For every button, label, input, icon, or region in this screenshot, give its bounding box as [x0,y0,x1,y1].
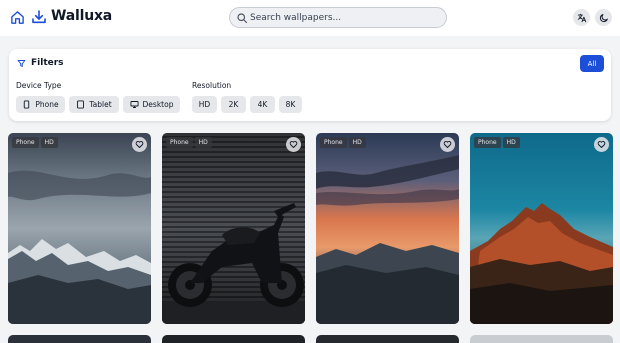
filters-panel: Filters All Device Type Resolution Phone… [9,49,611,121]
favorite-button[interactable] [440,137,455,152]
resolution-chip-4k[interactable]: 4K [250,96,275,113]
search-input[interactable] [250,9,440,26]
favorite-button[interactable] [286,137,301,152]
device-chip-label: Tablet [89,100,112,109]
resolution-badge: HD [348,137,366,148]
favorite-button[interactable] [594,137,609,152]
wallpaper-image [316,133,459,324]
resolution-chip-2k[interactable]: 2K [221,96,246,113]
device-chip-label: Desktop [142,100,174,109]
wallpaper-card[interactable]: Phone HD [470,133,613,324]
tablet-icon [77,100,85,109]
language-button[interactable] [573,9,590,26]
wallpaper-card-partial[interactable] [8,335,151,343]
badge-group: Phone HD [166,137,212,148]
device-badge: Phone [12,137,39,148]
device-badge: Phone [474,137,501,148]
wallpaper-card[interactable]: Phone HD [316,133,459,324]
wallpaper-card-partial[interactable] [316,335,459,343]
favorite-button[interactable] [132,137,147,152]
download-logo-icon [32,10,46,24]
resolution-chip-hd[interactable]: HD [192,96,217,113]
heart-icon [135,141,144,148]
device-chip-desktop[interactable]: Desktop [123,96,180,113]
wallpaper-card-partial[interactable] [162,335,305,343]
device-type-label: Device Type [16,81,62,90]
heart-icon [597,141,606,148]
device-chip-tablet[interactable]: Tablet [69,96,119,113]
wallpaper-card[interactable]: Phone HD [8,133,151,324]
resolution-badge: HD [502,137,520,148]
wallpaper-image [162,133,305,324]
resolution-label: Resolution [192,81,232,90]
search-icon [237,13,248,24]
filter-icon [17,59,26,67]
device-chip-label: Phone [35,100,59,109]
wallpaper-image [470,133,613,324]
all-filter-button[interactable]: All [580,55,604,72]
heart-icon [443,141,452,148]
filters-heading: Filters [17,58,64,68]
home-icon[interactable] [10,10,25,25]
wallpaper-image [8,133,151,324]
badge-group: Phone HD [320,137,366,148]
theme-toggle-button[interactable] [595,9,612,26]
heart-icon [289,141,298,148]
search-bar[interactable] [229,7,447,28]
badge-group: Phone HD [474,137,520,148]
monitor-icon [130,101,139,108]
device-badge: Phone [166,137,193,148]
moon-icon [599,13,608,22]
device-chip-phone[interactable]: Phone [16,96,65,113]
brand-name[interactable]: Walluxa [51,8,112,24]
top-bar: Walluxa [0,0,620,36]
resolution-badge: HD [194,137,212,148]
wallpaper-card-partial[interactable] [470,335,613,343]
translate-icon [577,13,586,22]
badge-group: Phone HD [12,137,58,148]
phone-icon [24,100,30,109]
wallpaper-card[interactable]: Phone HD [162,133,305,324]
resolution-chip-8k[interactable]: 8K [279,96,302,113]
filters-title: Filters [31,58,64,68]
resolution-badge: HD [40,137,58,148]
device-badge: Phone [320,137,347,148]
